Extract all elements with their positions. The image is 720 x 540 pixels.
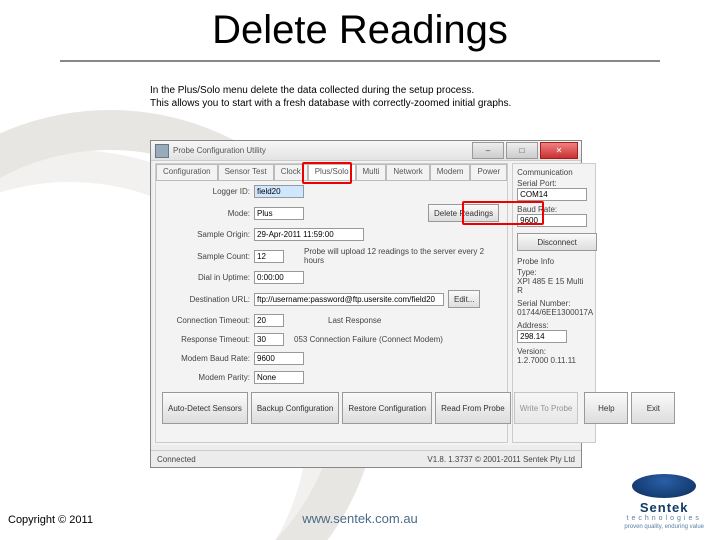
resp-timeout-input[interactable] — [254, 333, 284, 346]
sample-origin-input[interactable] — [254, 228, 364, 241]
serial-number-label: Serial Number: — [517, 299, 591, 308]
auto-detect-button[interactable]: Auto-Detect Sensors — [162, 392, 248, 424]
tab-power[interactable]: Power — [470, 164, 507, 180]
logo-subtitle: technologies — [624, 515, 704, 522]
serial-port-label: Serial Port: — [517, 179, 591, 188]
serial-port-select[interactable] — [517, 188, 587, 201]
last-response-value: 053 Connection Failure (Connect Modem) — [294, 335, 443, 344]
address-input[interactable] — [517, 330, 567, 343]
probe-type-value: XPI 485 E 15 Multi R — [517, 277, 591, 295]
address-label: Address: — [517, 321, 591, 330]
help-button[interactable]: Help — [584, 392, 628, 424]
version-label: Version: — [517, 347, 591, 356]
slide-title: Delete Readings — [0, 8, 720, 53]
modem-baud-label: Modem Baud Rate: — [164, 354, 254, 363]
last-response-label: Last Response — [328, 316, 381, 325]
tab-multi[interactable]: Multi — [356, 164, 387, 180]
backup-config-button[interactable]: Backup Configuration — [251, 392, 340, 424]
conn-timeout-input[interactable] — [254, 314, 284, 327]
minimize-button[interactable]: – — [472, 142, 504, 159]
sample-count-note: Probe will upload 12 readings to the ser… — [304, 247, 499, 265]
logo-name: Sentek — [624, 500, 704, 515]
mode-select[interactable] — [254, 207, 304, 220]
tab-configuration[interactable]: Configuration — [156, 164, 218, 180]
app-icon — [155, 144, 169, 158]
probe-type-label: Type: — [517, 268, 591, 277]
conn-timeout-label: Connection Timeout: — [164, 316, 254, 325]
close-button[interactable]: ✕ — [540, 142, 578, 159]
dialin-input[interactable] — [254, 271, 304, 284]
titlebar: Probe Configuration Utility – □ ✕ — [151, 141, 581, 161]
logo-tagline: proven quality, enduring value — [624, 524, 704, 530]
maximize-button[interactable]: □ — [506, 142, 538, 159]
status-connected: Connected — [157, 455, 196, 464]
read-from-probe-button[interactable]: Read From Probe — [435, 392, 511, 424]
serial-number-value: 01744/6EE1300017A — [517, 308, 591, 317]
mode-label: Mode: — [164, 209, 254, 218]
sample-count-label: Sample Count: — [164, 252, 254, 261]
logo-oval-icon — [632, 474, 696, 498]
logger-id-label: Logger ID: — [164, 187, 254, 196]
exit-button[interactable]: Exit — [631, 392, 675, 424]
status-bar: Connected V1.8. 1.3737 © 2001-2011 Sente… — [151, 450, 581, 467]
modem-parity-label: Modem Parity: — [164, 373, 254, 382]
tab-modem[interactable]: Modem — [430, 164, 471, 180]
sentek-logo: Sentek technologies proven quality, endu… — [624, 474, 704, 530]
communication-label: Communication — [517, 168, 591, 177]
edit-url-button[interactable]: Edit... — [448, 290, 480, 308]
probe-info-label: Probe Info — [517, 257, 591, 266]
modem-parity-select[interactable] — [254, 371, 304, 384]
slide-subtitle: In the Plus/Solo menu delete the data co… — [150, 84, 580, 110]
bottom-button-bar: Auto-Detect Sensors Backup Configuration… — [162, 392, 501, 424]
modem-baud-select[interactable] — [254, 352, 304, 365]
title-rule — [60, 60, 660, 62]
app-window: Probe Configuration Utility – □ ✕ Config… — [150, 140, 582, 468]
dialin-label: Dial in Uptime: — [164, 273, 254, 282]
footer-url: www.sentek.com.au — [0, 511, 720, 526]
destination-url-input[interactable] — [254, 293, 444, 306]
window-title: Probe Configuration Utility — [173, 146, 266, 155]
logger-id-input[interactable] — [254, 185, 304, 198]
sample-count-input[interactable] — [254, 250, 284, 263]
destination-url-label: Destination URL: — [164, 295, 254, 304]
restore-config-button[interactable]: Restore Configuration — [342, 392, 432, 424]
status-version: V1.8. 1.3737 © 2001-2011 Sentek Pty Ltd — [427, 455, 575, 464]
main-panel: Configuration Sensor Test Clock Plus/Sol… — [155, 163, 508, 443]
tab-sensor-test[interactable]: Sensor Test — [218, 164, 274, 180]
highlight-tab — [302, 162, 352, 184]
disconnect-button[interactable]: Disconnect — [517, 233, 597, 251]
tab-network[interactable]: Network — [386, 164, 429, 180]
highlight-delete-readings — [462, 201, 544, 225]
write-to-probe-button[interactable]: Write To Probe — [514, 392, 579, 424]
version-value: 1.2.7000 0.11.11 — [517, 356, 591, 365]
resp-timeout-label: Response Timeout: — [164, 335, 254, 344]
plus-solo-form: Logger ID: Mode: Delete Readings Sample … — [156, 181, 507, 388]
sample-origin-label: Sample Origin: — [164, 230, 254, 239]
